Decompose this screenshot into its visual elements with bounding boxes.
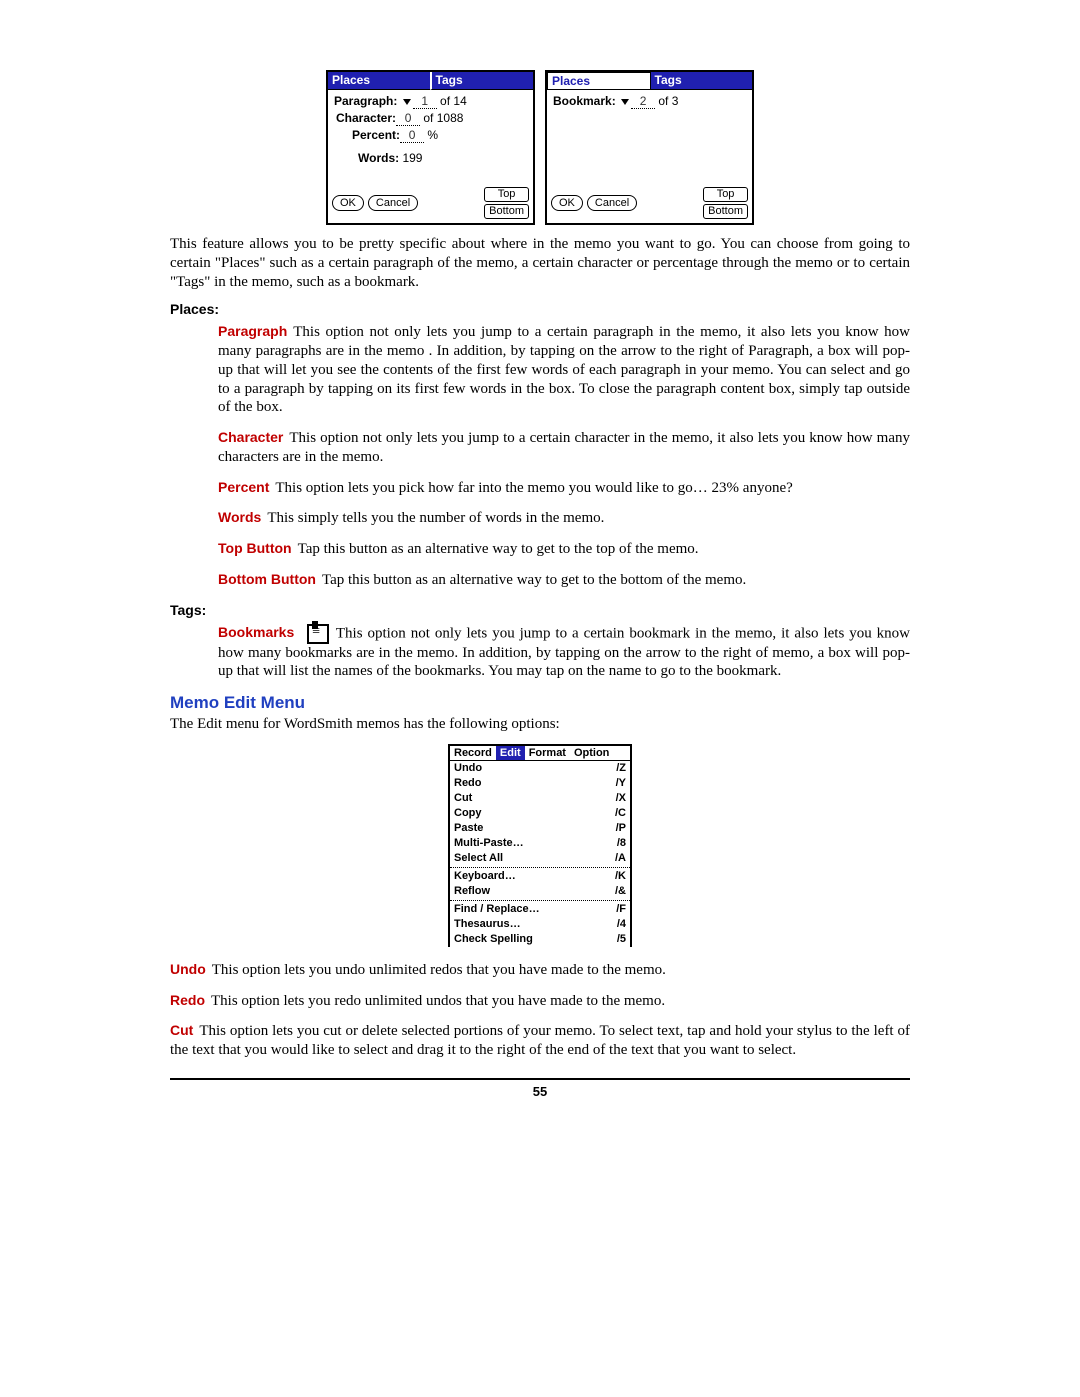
edit-intro-text: The Edit menu for WordSmith memos has th…: [170, 715, 910, 734]
menu-item[interactable]: Undo/Z: [450, 761, 630, 776]
character-label: Character:: [336, 111, 396, 125]
chevron-down-icon[interactable]: [403, 99, 411, 105]
tags-heading: Tags:: [170, 602, 910, 618]
goto-dialog-screenshots: Places Tags Paragraph: 1 of 14 Character…: [170, 70, 910, 225]
tab-tags[interactable]: Tags: [651, 72, 753, 90]
paragraph-total: of 14: [440, 94, 467, 108]
percent-input[interactable]: 0: [400, 128, 424, 143]
undo-def-title: Undo: [170, 961, 206, 977]
top-button-def-title: Top Button: [218, 540, 292, 556]
percent-suffix: %: [427, 128, 438, 142]
menu-item[interactable]: Select All/A: [450, 851, 630, 866]
intro-text: This feature allows you to be pretty spe…: [170, 235, 910, 291]
menu-record[interactable]: Record: [450, 746, 496, 760]
redo-def-title: Redo: [170, 992, 205, 1008]
percent-def-text: This option lets you pick how far into t…: [275, 480, 792, 496]
places-heading: Places:: [170, 301, 910, 317]
character-input[interactable]: 0: [396, 111, 420, 126]
paragraph-def-text: This option not only lets you jump to a …: [218, 324, 910, 415]
menu-item[interactable]: Copy/C: [450, 806, 630, 821]
menu-item[interactable]: Reflow/&: [450, 884, 630, 899]
cancel-button[interactable]: Cancel: [368, 195, 418, 211]
top-button-def-text: Tap this button as an alternative way to…: [298, 541, 699, 557]
percent-def-title: Percent: [218, 479, 269, 495]
character-def-text: This option not only lets you jump to a …: [218, 430, 910, 465]
menu-option[interactable]: Option: [570, 746, 613, 760]
ok-button[interactable]: OK: [551, 195, 583, 211]
bottom-button-def-title: Bottom Button: [218, 571, 316, 587]
chevron-down-icon[interactable]: [621, 99, 629, 105]
memo-edit-menu-heading: Memo Edit Menu: [170, 693, 910, 713]
menu-edit[interactable]: Edit: [496, 746, 525, 760]
menu-item[interactable]: Multi-Paste…/8: [450, 836, 630, 851]
goto-dialog-places: Places Tags Paragraph: 1 of 14 Character…: [326, 70, 535, 225]
menu-item[interactable]: Keyboard…/K: [450, 869, 630, 884]
bottom-button-def-text: Tap this button as an alternative way to…: [322, 572, 746, 588]
cut-def-title: Cut: [170, 1022, 193, 1038]
bookmark-total: of 3: [658, 94, 678, 108]
goto-dialog-tags: Places Tags Bookmark: 2 of 3 OK Cancel T…: [545, 70, 754, 225]
menu-item[interactable]: Check Spelling/5: [450, 932, 630, 947]
menu-item[interactable]: Redo/Y: [450, 776, 630, 791]
tab-places[interactable]: Places: [547, 72, 651, 90]
page-number: 55: [170, 1084, 910, 1099]
character-def-title: Character: [218, 429, 283, 445]
words-value: 199: [402, 151, 422, 165]
paragraph-def-title: Paragraph: [218, 323, 287, 339]
cut-def-text: This option lets you cut or delete selec…: [170, 1023, 910, 1058]
bookmark-input[interactable]: 2: [631, 94, 655, 109]
top-button[interactable]: Top: [703, 187, 748, 202]
percent-label: Percent:: [352, 128, 400, 142]
menu-item[interactable]: Find / Replace…/F: [450, 902, 630, 917]
undo-def-text: This option lets you undo unlimited redo…: [212, 962, 666, 978]
menu-item[interactable]: Thesaurus…/4: [450, 917, 630, 932]
edit-menu-screenshot: Record Edit Format Option Undo/ZRedo/YCu…: [448, 744, 632, 947]
words-def-text: This simply tells you the number of word…: [267, 510, 604, 526]
tab-places[interactable]: Places: [328, 72, 430, 90]
bottom-button[interactable]: Bottom: [703, 204, 748, 219]
ok-button[interactable]: OK: [332, 195, 364, 211]
bottom-button[interactable]: Bottom: [484, 204, 529, 219]
bookmark-label: Bookmark:: [553, 94, 616, 108]
separator: [170, 1078, 910, 1080]
redo-def-text: This option lets you redo unlimited undo…: [211, 993, 665, 1009]
cancel-button[interactable]: Cancel: [587, 195, 637, 211]
character-total: of 1088: [423, 111, 463, 125]
paragraph-input[interactable]: 1: [413, 94, 437, 109]
words-def-title: Words: [218, 509, 261, 525]
menu-item[interactable]: Cut/X: [450, 791, 630, 806]
tab-tags[interactable]: Tags: [430, 72, 534, 90]
bookmarks-def-title: Bookmarks: [218, 624, 294, 640]
words-label: Words:: [358, 151, 399, 165]
paragraph-label: Paragraph:: [334, 94, 397, 108]
menu-format[interactable]: Format: [525, 746, 570, 760]
top-button[interactable]: Top: [484, 187, 529, 202]
menu-item[interactable]: Paste/P: [450, 821, 630, 836]
bookmark-icon: [307, 624, 329, 644]
